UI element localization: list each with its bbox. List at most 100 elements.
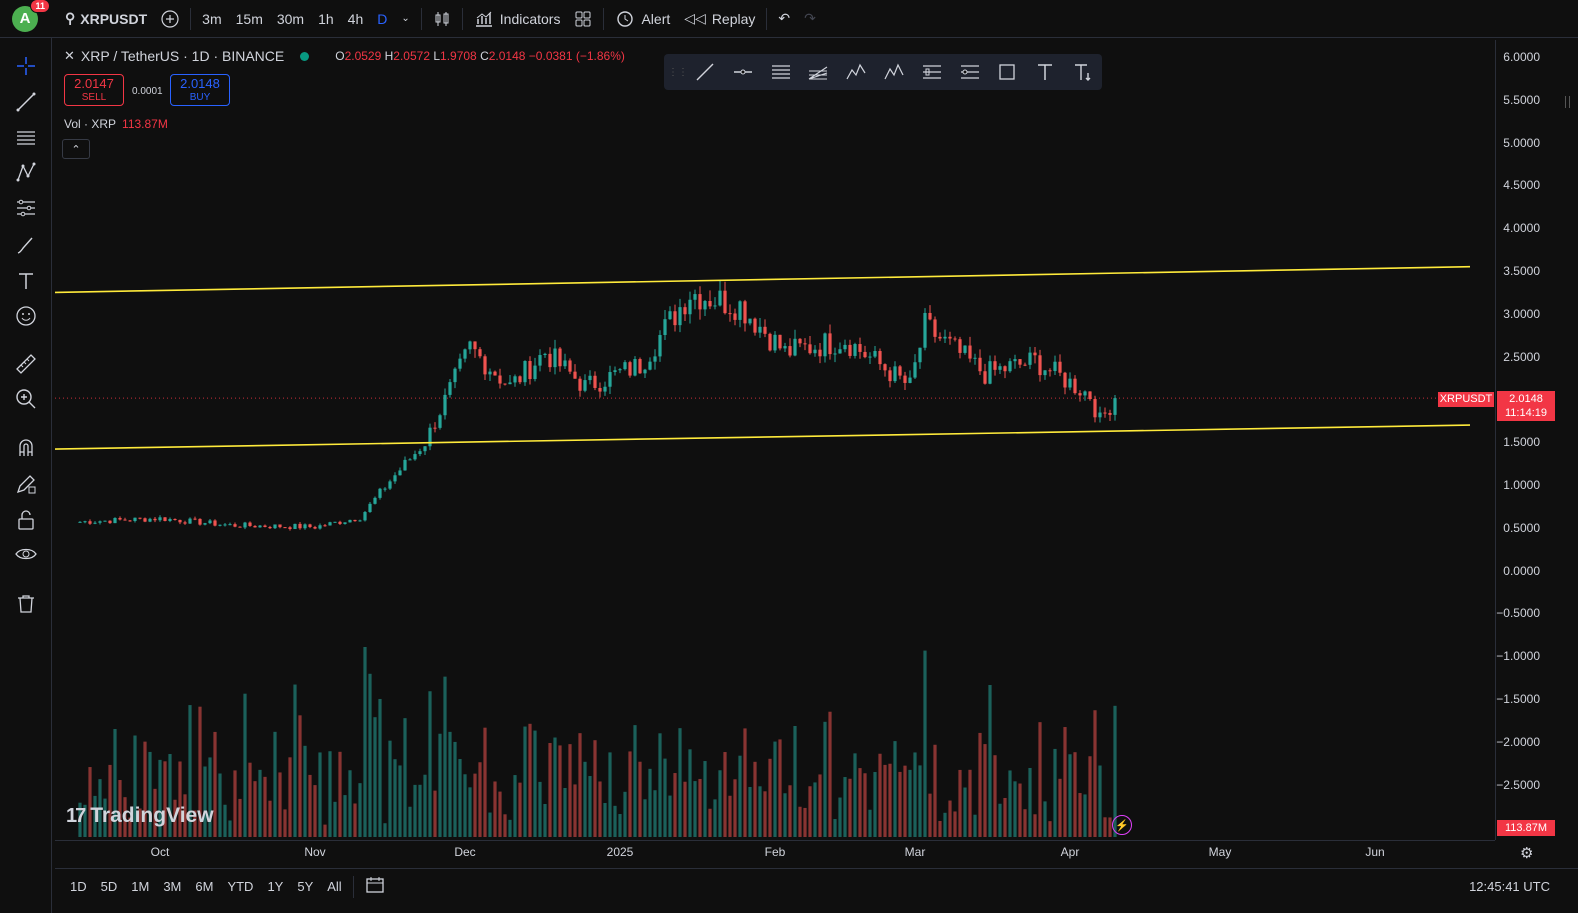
volume-bar bbox=[268, 800, 272, 837]
price-chart[interactable] bbox=[55, 40, 1495, 840]
timeframe-4h[interactable]: 4h bbox=[341, 0, 371, 38]
timeframe-1h[interactable]: 1h bbox=[311, 0, 341, 38]
volume-bar bbox=[593, 740, 597, 837]
price-tick-label: −1.5000 bbox=[1496, 692, 1540, 706]
price-change: −0.0381 (−1.86%) bbox=[528, 49, 625, 63]
candle-body bbox=[1053, 361, 1057, 372]
parallel-channel-button[interactable] bbox=[762, 57, 800, 87]
icon-tool[interactable] bbox=[10, 302, 42, 330]
candle-body bbox=[413, 454, 417, 460]
layouts-button[interactable] bbox=[567, 0, 599, 38]
forecast-tool[interactable] bbox=[10, 194, 42, 222]
horizontal-ray-button[interactable] bbox=[724, 57, 762, 87]
measure-tool[interactable] bbox=[10, 350, 42, 378]
magnet-tool[interactable] bbox=[10, 434, 42, 462]
alert-button[interactable]: Alert bbox=[608, 0, 677, 38]
compare-symbol-button[interactable] bbox=[154, 0, 186, 38]
text-tool[interactable] bbox=[10, 267, 42, 295]
drag-handle[interactable]: ⋮⋮ bbox=[668, 57, 688, 87]
scroll-handle[interactable] bbox=[1561, 92, 1578, 112]
text-settings-button[interactable] bbox=[1064, 57, 1102, 87]
candle-body bbox=[688, 299, 692, 315]
range-1y[interactable]: 1Y bbox=[260, 879, 290, 894]
lock-drawings-tool[interactable] bbox=[10, 506, 42, 534]
time-axis[interactable]: Oct Nov Dec 2025 Feb Mar Apr May Jun bbox=[55, 840, 1495, 866]
utc-clock[interactable]: 12:45:41 UTC bbox=[1469, 879, 1550, 894]
hide-drawings-tool[interactable] bbox=[10, 540, 42, 568]
elliott-wave-icon bbox=[846, 63, 866, 80]
pattern-tool[interactable] bbox=[10, 158, 42, 186]
settings-gear-icon[interactable]: ⚙ bbox=[1520, 844, 1533, 862]
user-avatar[interactable]: A 11 bbox=[12, 0, 50, 32]
volume-bar bbox=[328, 751, 332, 837]
candle-body bbox=[363, 512, 367, 521]
time-tick-label: Oct bbox=[150, 845, 170, 859]
symbol-title[interactable]: XRP / TetherUS · 1D · BINANCE bbox=[81, 48, 284, 64]
volume-bar bbox=[413, 784, 417, 837]
notification-badge: 11 bbox=[30, 0, 50, 13]
candle-body bbox=[858, 344, 862, 352]
redo-button[interactable]: ↷ bbox=[797, 0, 823, 38]
candle-body bbox=[983, 371, 987, 384]
candle-body bbox=[268, 526, 272, 529]
candle-body bbox=[488, 371, 492, 375]
range-3m[interactable]: 3M bbox=[156, 879, 188, 894]
candle-body bbox=[493, 371, 497, 376]
buy-button[interactable]: 2.0148 BUY bbox=[170, 74, 230, 106]
volume-bar bbox=[388, 740, 392, 837]
text-button[interactable] bbox=[1026, 57, 1064, 87]
brush-tool[interactable] bbox=[10, 231, 42, 259]
range-5d[interactable]: 5D bbox=[94, 879, 125, 894]
zoom-tool[interactable] bbox=[10, 385, 42, 413]
range-1d[interactable]: 1D bbox=[63, 879, 94, 894]
collapse-legend-button[interactable]: ⌃ bbox=[62, 139, 90, 159]
keep-drawing-tool[interactable] bbox=[10, 470, 42, 498]
candle-body bbox=[813, 349, 817, 354]
chart-type-button[interactable] bbox=[426, 0, 458, 38]
range-ytd[interactable]: YTD bbox=[220, 879, 260, 894]
crosshair-tool[interactable] bbox=[10, 52, 42, 80]
volume-bar bbox=[288, 757, 292, 837]
candle-body bbox=[1048, 370, 1052, 372]
lightning-icon[interactable]: ⚡ bbox=[1112, 815, 1132, 835]
fib-tool[interactable] bbox=[10, 124, 42, 152]
goto-date-button[interactable] bbox=[358, 876, 392, 897]
timeframe-d[interactable]: D bbox=[370, 0, 394, 38]
divider bbox=[461, 7, 463, 30]
timeframe-3m[interactable]: 3m bbox=[195, 0, 228, 38]
candle-body bbox=[968, 345, 972, 359]
abcd-pattern-button[interactable] bbox=[875, 57, 913, 87]
range-all[interactable]: All bbox=[320, 879, 348, 894]
volume-bar bbox=[923, 650, 927, 837]
sell-button[interactable]: 2.0147 SELL bbox=[64, 74, 124, 106]
trend-line-tool[interactable] bbox=[10, 88, 42, 116]
volume-bar bbox=[578, 733, 582, 837]
fib-fan-button[interactable] bbox=[799, 57, 837, 87]
timeframe-15m[interactable]: 15m bbox=[229, 0, 270, 38]
floating-drawing-toolbar: ⋮⋮ bbox=[664, 54, 1102, 90]
range-1m[interactable]: 1M bbox=[124, 879, 156, 894]
candle-body bbox=[378, 488, 382, 498]
candle-body bbox=[93, 522, 97, 524]
replay-button[interactable]: ◁◁ Replay bbox=[677, 0, 762, 38]
trend-line-button[interactable] bbox=[686, 57, 724, 87]
remove-drawings-tool[interactable] bbox=[10, 590, 42, 618]
volume-bar bbox=[1058, 778, 1062, 837]
timeframe-dropdown-chevron-icon[interactable]: ⌄ bbox=[394, 0, 416, 38]
timeframe-30m[interactable]: 30m bbox=[270, 0, 311, 38]
top-toolbar: A 11 ⚲ XRPUSDT 3m 15m 30m 1h 4h D ⌄ Indi… bbox=[0, 0, 1578, 38]
candle-body bbox=[1073, 378, 1077, 394]
price-axis[interactable]: 6.0000 5.5000 5.0000 4.5000 4.0000 3.5000 3.00… bbox=[1495, 40, 1578, 840]
range-5y[interactable]: 5Y bbox=[290, 879, 320, 894]
rectangle-button[interactable] bbox=[989, 57, 1027, 87]
time-tick-label: Mar bbox=[904, 845, 926, 859]
elliott-wave-button[interactable] bbox=[837, 57, 875, 87]
price-range-button[interactable] bbox=[951, 57, 989, 87]
symbol-search[interactable]: ⚲ XRPUSDT bbox=[58, 0, 154, 38]
indicators-button[interactable]: Indicators bbox=[467, 0, 568, 38]
range-6m[interactable]: 6M bbox=[188, 879, 220, 894]
volume-bar bbox=[238, 798, 242, 837]
candle-body bbox=[203, 523, 207, 525]
long-position-button[interactable] bbox=[913, 57, 951, 87]
undo-button[interactable]: ↶ bbox=[771, 0, 797, 38]
